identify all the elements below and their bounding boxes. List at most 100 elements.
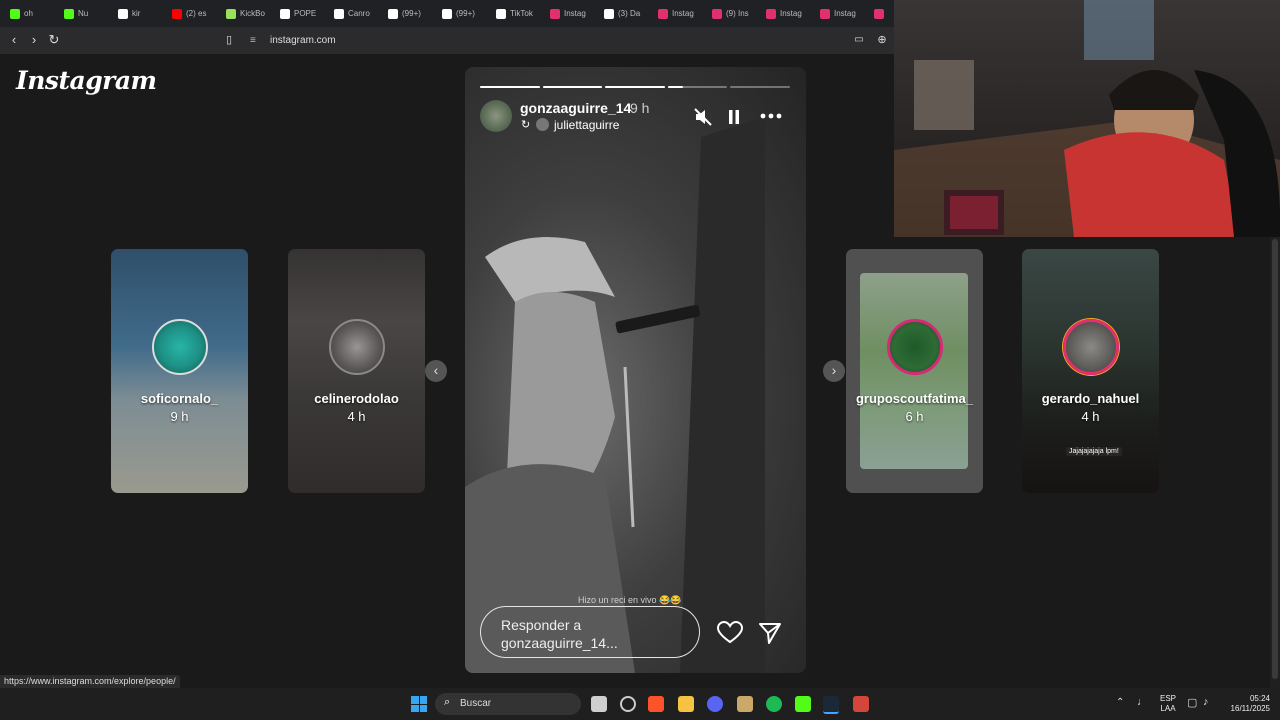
- browser-tab[interactable]: Canro: [324, 0, 378, 27]
- story-time: 6 h: [905, 409, 924, 424]
- language-code: ESP: [1160, 694, 1177, 703]
- brave-browser-icon[interactable]: [648, 696, 664, 712]
- browser-tab[interactable]: (99+): [378, 0, 432, 27]
- avatar: [887, 319, 943, 375]
- browser-tab-label: (99+): [456, 9, 475, 18]
- browser-tab[interactable]: POPE: [270, 0, 324, 27]
- browser-tab[interactable]: oh: [0, 0, 54, 27]
- address-bar[interactable]: ≡ instagram.com: [245, 31, 895, 50]
- browser-tab[interactable]: Instag: [756, 0, 810, 27]
- story-username: soficornalo_: [140, 391, 219, 406]
- bookmark-icon[interactable]: ▯: [221, 32, 237, 48]
- tiktok-icon: [496, 8, 506, 19]
- story-progress-segment: [667, 86, 728, 88]
- windows-start-icon[interactable]: [411, 696, 427, 712]
- mute-icon[interactable]: [693, 107, 713, 127]
- story-caption: Hizo un reci en vivo 😂😂: [578, 595, 682, 605]
- kickbot-icon: [226, 8, 236, 19]
- reply-input[interactable]: Responder a gonzaaguirre_14...: [480, 606, 700, 658]
- reshared-from-username[interactable]: juliettaguirre: [554, 118, 619, 132]
- zoom-icon[interactable]: ⊕: [874, 32, 890, 48]
- story-username: gerardo_nahuel: [1041, 391, 1140, 406]
- browser-tab[interactable]: KickBo: [216, 0, 270, 27]
- app-icon[interactable]: [853, 696, 869, 712]
- youtube-icon: [172, 8, 182, 19]
- webcam-image: [894, 0, 1280, 237]
- webcam-overlay: [894, 0, 1280, 237]
- network-icon[interactable]: ▢: [1187, 696, 1197, 709]
- browser-tab-label: (99+): [402, 9, 421, 18]
- instagram-icon: [766, 8, 776, 19]
- site-info-icon[interactable]: ≡: [250, 31, 256, 50]
- like-heart-icon[interactable]: [717, 621, 743, 645]
- avatar: [329, 319, 385, 375]
- story-progress-segment: [605, 86, 665, 88]
- browser-tab-label: Instag: [780, 9, 802, 18]
- story-viewer[interactable]: gonzaaguirre_14 9 h ↻ juliettaguirre Hiz…: [465, 67, 806, 673]
- input-language[interactable]: ESP LAA: [1160, 694, 1176, 714]
- browser-tab[interactable]: (3) Da: [594, 0, 648, 27]
- notes-app-icon[interactable]: [737, 696, 753, 712]
- browser-tab-label: Nu: [78, 9, 89, 18]
- browser-tab-label: kir: [132, 9, 141, 18]
- steam-icon[interactable]: [823, 696, 839, 714]
- browser-tab[interactable]: Nu: [54, 0, 108, 27]
- story-card-celinerodolao[interactable]: celinerodolao 4 h: [288, 249, 425, 493]
- windows-taskbar: ⌕ Buscar ⌃ ♩ ESP LAA ▢ ♪ 05:24 16/11/202…: [0, 688, 1280, 720]
- story-progress-segment: [730, 86, 790, 88]
- cast-icon[interactable]: ▭: [851, 32, 867, 48]
- instagram-icon: [658, 8, 668, 19]
- taskbar-search-input[interactable]: ⌕ Buscar: [435, 693, 581, 715]
- search-placeholder: Buscar: [460, 698, 492, 709]
- microphone-icon[interactable]: ♩: [1137, 696, 1148, 708]
- story-image: [465, 117, 765, 673]
- previous-story-button[interactable]: ‹: [425, 360, 447, 382]
- instagram-logo[interactable]: Instagram: [16, 66, 157, 95]
- tiktok-icon: [118, 8, 128, 19]
- story-card-gerardo-nahuel[interactable]: gerardo_nahuel 4 h Jajajajajaja lpm!: [1022, 249, 1159, 493]
- browser-tab-label: Instag: [834, 9, 856, 18]
- reload-button[interactable]: ↻: [46, 32, 62, 48]
- browser-tab[interactable]: TikTok: [486, 0, 540, 27]
- next-story-button[interactable]: ›: [823, 360, 845, 382]
- task-view-icon[interactable]: [591, 696, 607, 712]
- browser-tab[interactable]: Instag: [810, 0, 864, 27]
- cortana-icon[interactable]: [620, 696, 636, 712]
- instagram-icon: [874, 8, 884, 19]
- browser-tab[interactable]: Instag: [540, 0, 594, 27]
- volume-icon[interactable]: ♪: [1203, 696, 1209, 708]
- browser-tab[interactable]: Instag: [648, 0, 702, 27]
- show-hidden-icons-chevron-icon[interactable]: ⌃: [1116, 697, 1124, 708]
- share-send-icon[interactable]: [758, 621, 782, 645]
- back-button[interactable]: ‹: [6, 32, 22, 48]
- reshare-icon: ↻: [521, 119, 531, 131]
- story-progress-segment: [480, 86, 540, 88]
- file-explorer-icon[interactable]: [678, 696, 694, 712]
- discord-icon[interactable]: [707, 696, 723, 712]
- browser-tab[interactable]: kir: [108, 0, 162, 27]
- browser-tab-label: POPE: [294, 9, 317, 18]
- story-card-soficornalo[interactable]: soficornalo_ 9 h: [111, 249, 248, 493]
- browser-tab[interactable]: (2) es: [162, 0, 216, 27]
- story-time: 9 h: [170, 409, 189, 424]
- system-clock[interactable]: 05:24 16/11/2025: [1222, 694, 1270, 714]
- spotify-icon[interactable]: [766, 696, 782, 712]
- reshared-from-avatar[interactable]: [536, 118, 549, 131]
- browser-tab-label: TikTok: [510, 9, 533, 18]
- author-username[interactable]: gonzaaguirre_14: [520, 100, 631, 116]
- author-avatar[interactable]: [480, 100, 512, 132]
- browser-tab[interactable]: (99+): [432, 0, 486, 27]
- browser-tab-label: oh: [24, 9, 33, 18]
- more-options-icon[interactable]: [759, 112, 783, 120]
- browser-tab-label: Canro: [348, 9, 370, 18]
- story-caption: Jajajajajaja lpm!: [1066, 447, 1122, 456]
- kick-app-icon[interactable]: [795, 696, 811, 712]
- pause-icon[interactable]: [727, 108, 741, 126]
- forward-button[interactable]: ›: [26, 32, 42, 48]
- x-icon: [604, 8, 614, 19]
- browser-tab[interactable]: (9) Ins: [702, 0, 756, 27]
- story-card-gruposcoutfatima[interactable]: gruposcoutfatima_ 6 h: [846, 249, 983, 493]
- kick-icon: [64, 8, 74, 19]
- clock-time: 05:24: [1249, 694, 1270, 703]
- link-hover-status: https://www.instagram.com/explore/people…: [0, 675, 180, 688]
